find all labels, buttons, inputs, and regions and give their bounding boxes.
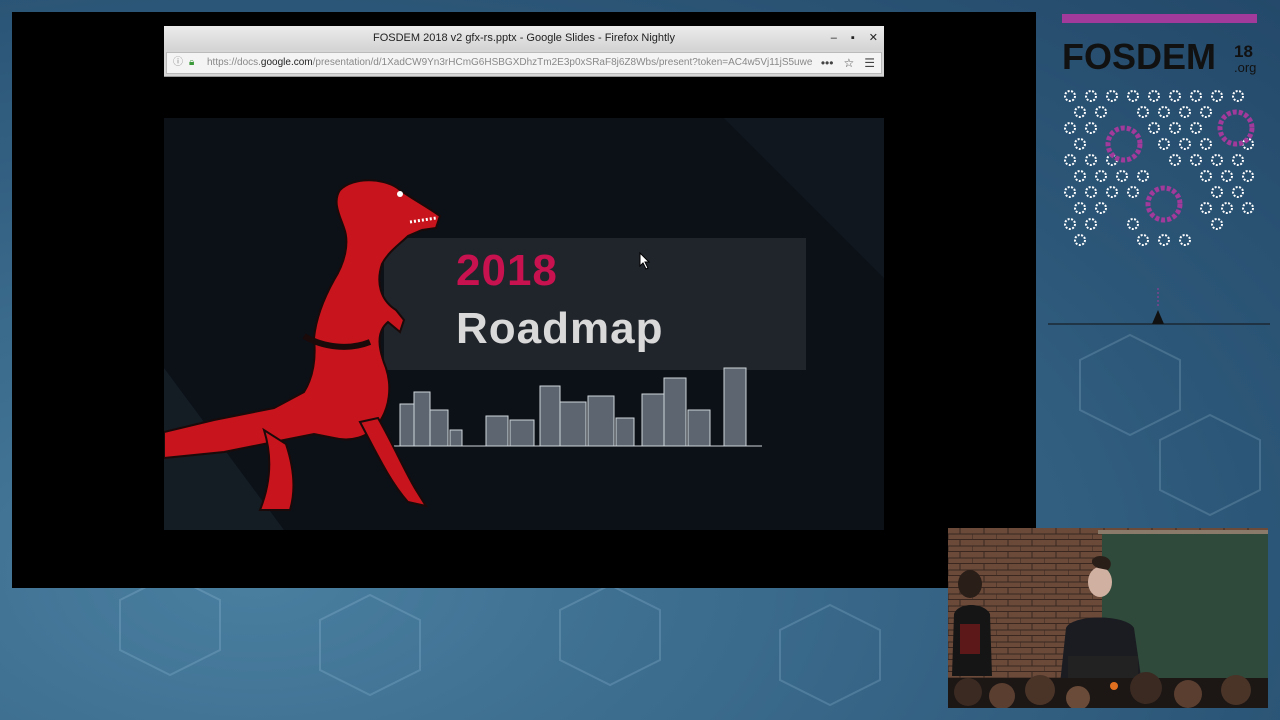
- t-rex-illustration: [164, 179, 442, 511]
- lock-icon[interactable]: 🔒︎: [189, 53, 194, 73]
- close-button[interactable]: ✕: [869, 26, 878, 50]
- slide-year: 2018: [456, 246, 558, 295]
- page-actions-icon[interactable]: •••: [821, 53, 834, 73]
- fosdem-logo-text: FOSDEM: [1062, 36, 1217, 77]
- url-text[interactable]: https://docs.google.com/presentation/d/1…: [207, 53, 825, 73]
- maximize-button[interactable]: ▪: [851, 26, 855, 50]
- fosdem-year: 18: [1234, 42, 1253, 61]
- info-icon[interactable]: ⓘ: [173, 53, 183, 73]
- fosdem-rocket-line: [1048, 288, 1270, 325]
- fosdem-accent-bar: [1062, 14, 1257, 23]
- speaker-camera-feed: [948, 528, 1268, 708]
- bookmark-star-icon[interactable]: ☆: [843, 53, 854, 73]
- window-title: FOSDEM 2018 v2 gfx-rs.pptx - Google Slid…: [373, 32, 675, 44]
- browser-window: FOSDEM 2018 v2 gfx-rs.pptx - Google Slid…: [164, 26, 884, 77]
- address-bar[interactable]: ⓘ 🔒︎ https://docs.google.com/presentatio…: [166, 52, 882, 74]
- camera-scene: [948, 528, 1268, 708]
- url-suffix: /presentation/d/1XadCW9Yn3rHCmG6HSBGXDhz…: [312, 57, 813, 68]
- minimize-button[interactable]: –: [831, 26, 837, 50]
- window-titlebar[interactable]: FOSDEM 2018 v2 gfx-rs.pptx - Google Slid…: [164, 26, 884, 50]
- menu-icon[interactable]: ☰: [864, 53, 875, 73]
- url-domain: google.com: [260, 57, 313, 68]
- url-prefix: https://docs.: [207, 57, 261, 68]
- fosdem-domain: .org: [1234, 60, 1257, 75]
- slide-title: Roadmap: [456, 304, 664, 353]
- mouse-cursor-icon: [639, 252, 651, 270]
